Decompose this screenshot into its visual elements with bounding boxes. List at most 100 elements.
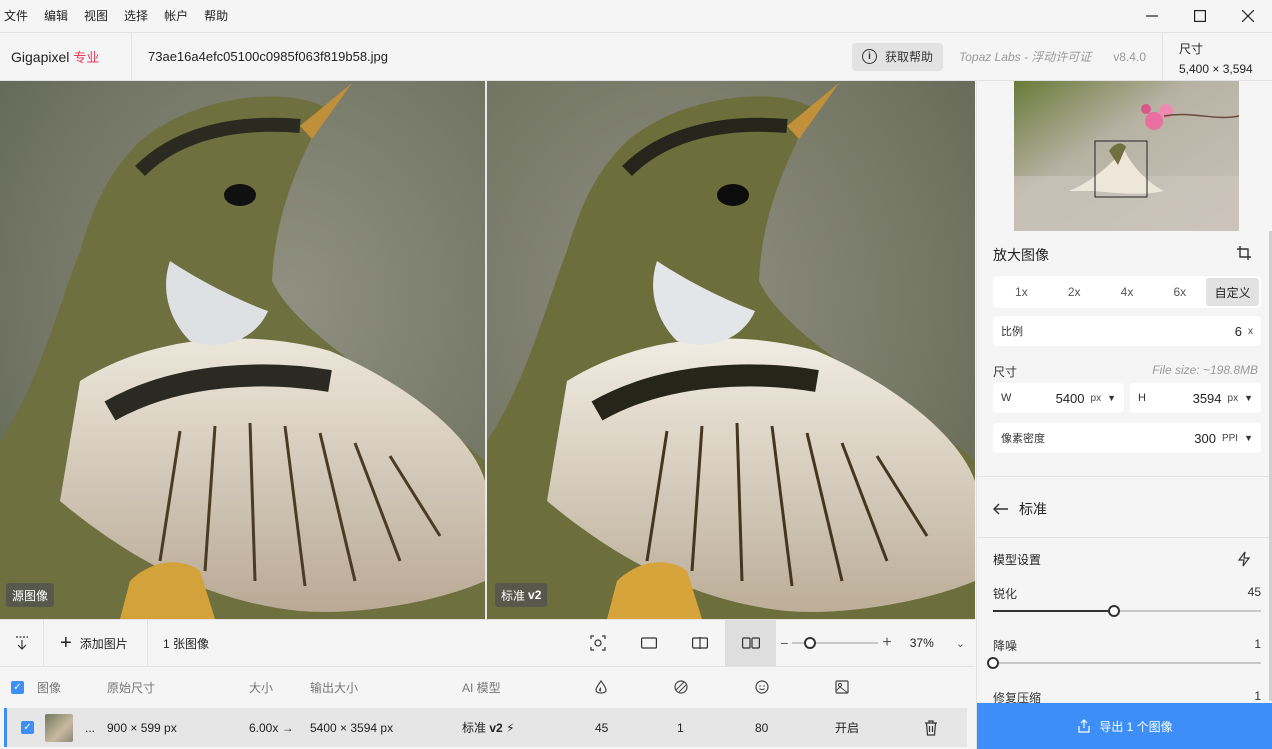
density-label: 像素密度 — [1001, 433, 1045, 445]
navigator-thumbnail[interactable] — [1014, 81, 1239, 231]
width-label: W — [1001, 392, 1012, 404]
zoom-value: 37% — [909, 636, 934, 650]
lightning-icon: ⚡ — [506, 721, 515, 735]
side-by-side-view-button[interactable] — [725, 620, 777, 666]
row-thumbnail — [45, 713, 73, 742]
col-ai-model: AI 模型 — [462, 680, 501, 695]
size-value: 5,400 × 3,594 — [1179, 62, 1253, 76]
zoom-dropdown-icon[interactable]: ⌄ — [956, 637, 965, 650]
scale-1x-button[interactable]: 1x — [995, 278, 1048, 306]
col-original-size: 原始尺寸 — [107, 680, 156, 695]
row-face-recovery: 开启 — [835, 721, 860, 735]
sharpen-thumb[interactable] — [1107, 605, 1120, 617]
model-back-row[interactable]: 标准 — [993, 499, 1047, 519]
row-checkbox[interactable]: ✓ — [21, 721, 34, 734]
app-brand: Gigapixel 专业 — [0, 33, 132, 80]
divider — [977, 537, 1272, 538]
trash-icon[interactable] — [924, 719, 938, 736]
menu-view[interactable]: 视图 — [76, 0, 116, 32]
menu-edit[interactable]: 编辑 — [36, 0, 76, 32]
check-icon: ✓ — [21, 721, 34, 734]
close-button[interactable] — [1224, 0, 1272, 32]
source-label-text: 源图像 — [12, 588, 49, 603]
source-bird-image — [0, 81, 485, 619]
zoom-thumb[interactable] — [803, 637, 816, 649]
ratio-field[interactable]: 比例 6 x — [993, 316, 1261, 346]
density-unit: PPI — [1221, 432, 1239, 444]
scale-custom-button[interactable]: 自定义 — [1206, 278, 1259, 306]
zoom-out-icon[interactable]: − — [780, 635, 788, 651]
density-field[interactable]: 像素密度 300 PPI ▼ — [993, 423, 1261, 453]
menu-help[interactable]: 帮助 — [196, 0, 236, 32]
close-icon — [1242, 10, 1254, 22]
maximize-icon — [1194, 10, 1206, 22]
help-label: 获取帮助 — [885, 50, 934, 64]
info-icon: i — [862, 49, 877, 64]
menu-bar: 文件 编辑 视图 选择 帐户 帮助 — [0, 0, 1272, 32]
sharpen-value: 45 — [1247, 585, 1261, 599]
crop-icon[interactable] — [1236, 245, 1252, 261]
app-window: 文件 编辑 视图 选择 帐户 帮助 Gigapixel 专业 73ae16a4e… — [0, 0, 1272, 749]
preview-image-pane[interactable]: 标准 v2 — [487, 81, 975, 619]
denoise-label: 降噪 — [993, 639, 1018, 653]
row-original-size: 900 × 599 px — [107, 720, 177, 735]
export-button[interactable]: 导出 1 个图像 — [977, 703, 1272, 749]
help-button[interactable]: i 获取帮助 — [852, 42, 944, 71]
file-size: File size: ~198.8MB — [1152, 363, 1258, 377]
sharpen-label: 锐化 — [993, 587, 1018, 601]
denoise-slider[interactable]: 降噪 1 — [987, 637, 1261, 669]
collapse-button[interactable] — [0, 620, 44, 666]
sharpen-slider[interactable]: 锐化 45 — [993, 585, 1261, 617]
image-count: 1 张图像 — [163, 636, 210, 651]
width-unit-dropdown-icon[interactable]: ▼ — [1107, 393, 1116, 403]
density-unit-dropdown-icon[interactable]: ▼ — [1244, 433, 1253, 443]
width-value: 5400 — [1055, 390, 1085, 406]
zoom-slider[interactable] — [792, 637, 879, 649]
height-field[interactable]: H 3594 px ▼ — [1130, 383, 1261, 413]
menu-file[interactable]: 文件 — [0, 0, 36, 32]
window-controls — [1128, 0, 1272, 32]
settings-panel: 放大图像 1x 2x 4x 6x 自定义 比例 6 x 尺寸 File size… — [976, 81, 1272, 749]
minimize-button[interactable] — [1128, 0, 1176, 32]
menu-select[interactable]: 选择 — [116, 0, 156, 32]
table-row[interactable]: ✓ ... 900 × 599 px 6.00x → 5400 × 3594 p… — [4, 708, 967, 747]
single-view-button[interactable] — [623, 620, 674, 666]
sharpen-fill — [993, 610, 1114, 612]
dimensions-label: 尺寸 — [993, 365, 1018, 379]
split-view-button[interactable] — [674, 620, 725, 666]
sharpen-drop-icon — [595, 680, 607, 694]
width-field[interactable]: W 5400 px ▼ — [993, 383, 1124, 413]
plus-icon: + — [60, 632, 72, 654]
scale-4x-button[interactable]: 4x — [1101, 278, 1154, 306]
back-arrow-icon[interactable] — [993, 503, 1009, 515]
upscale-title: 放大图像 — [993, 247, 1049, 263]
auto-settings-icon[interactable] — [1236, 551, 1252, 567]
denoise-thumb[interactable] — [987, 657, 999, 669]
image-viewer[interactable]: 源图像 标准 v2 — [0, 81, 975, 619]
row-model-version: v2 — [489, 721, 503, 735]
height-unit: px — [1227, 392, 1239, 404]
sharpen-track[interactable] — [993, 605, 1261, 617]
add-image-button[interactable]: + 添加图片 — [44, 620, 148, 666]
preview-label-version: v2 — [528, 588, 542, 602]
side-by-side-icon — [741, 637, 760, 649]
scale-2x-button[interactable]: 2x — [1048, 278, 1101, 306]
maximize-button[interactable] — [1176, 0, 1224, 32]
menu-account[interactable]: 帐户 — [156, 0, 196, 32]
scale-6x-button[interactable]: 6x — [1153, 278, 1206, 306]
face-icon — [755, 680, 769, 694]
width-unit: px — [1090, 392, 1102, 404]
denoise-icon — [674, 680, 688, 694]
model-settings-title: 模型设置 — [993, 553, 1042, 567]
source-image-pane[interactable]: 源图像 — [0, 81, 485, 619]
height-unit-dropdown-icon[interactable]: ▼ — [1244, 393, 1253, 403]
version-text: v8.4.0 — [1113, 49, 1146, 64]
preview-label-text: 标准 — [501, 588, 526, 603]
col-scale: 大小 — [249, 680, 274, 695]
denoise-track[interactable] — [987, 657, 1261, 669]
single-view-icon — [640, 637, 657, 649]
row-sharpen: 45 — [595, 720, 609, 735]
screenshot-view-button[interactable] — [572, 620, 623, 666]
zoom-in-icon[interactable]: + — [882, 634, 891, 652]
select-all-checkbox[interactable]: ✓ — [11, 680, 24, 694]
